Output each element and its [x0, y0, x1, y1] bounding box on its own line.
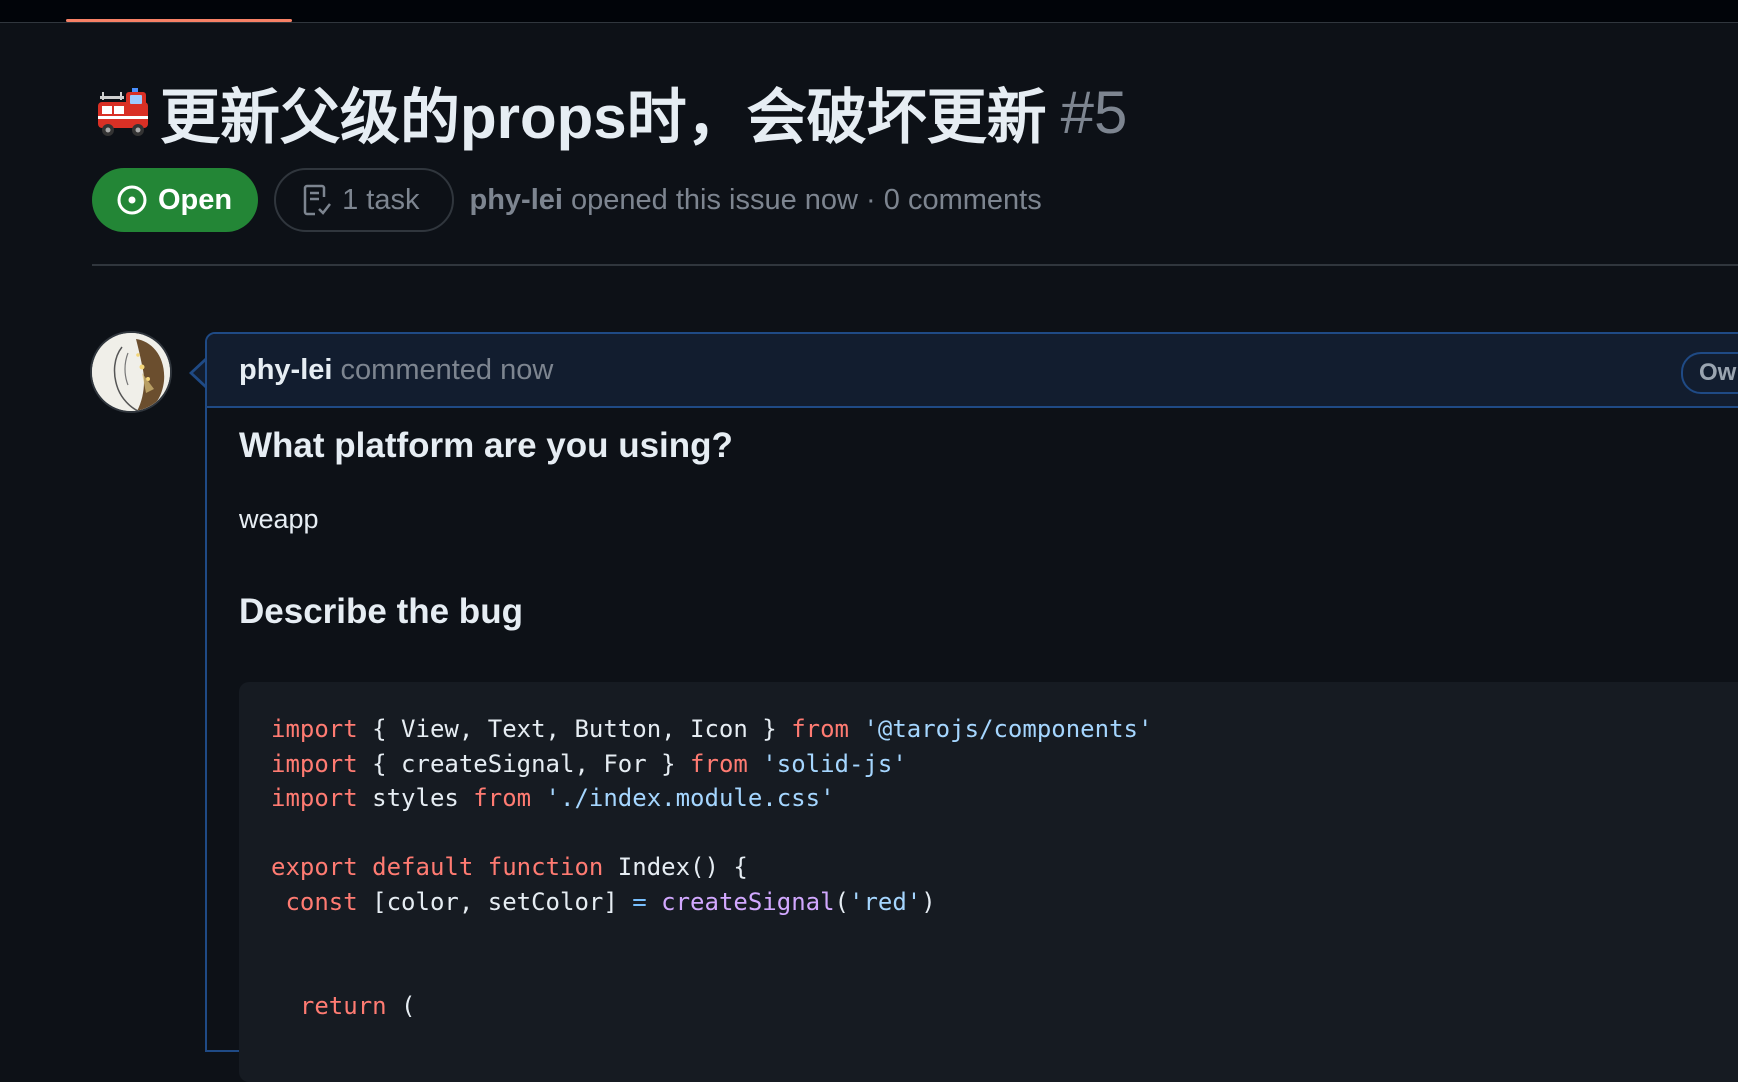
issue-author-link[interactable]: phy-lei — [470, 184, 563, 216]
code-block: import { View, Text, Button, Icon } from… — [239, 682, 1738, 1082]
issue-state-label: Open — [158, 183, 233, 216]
code-line: return ( — [271, 991, 416, 1020]
fire-engine-icon — [92, 80, 156, 144]
top-navigation-bar — [0, 0, 1738, 23]
issue-opened-info: phy-lei opened this issue now · 0 commen… — [470, 184, 1042, 217]
issue-meta-row: Open 1 task phy-lei opened this issue no… — [92, 168, 1042, 232]
code-line: import { createSignal, For } from 'solid… — [271, 749, 907, 778]
code-line: const [color, setColor] = createSignal('… — [271, 887, 936, 916]
task-count-label: 1 task — [342, 183, 420, 216]
platform-heading: What platform are you using? — [239, 426, 733, 465]
avatar[interactable] — [90, 331, 172, 413]
platform-value: weapp — [239, 504, 319, 534]
comment-author-link[interactable]: phy-lei — [239, 354, 332, 386]
issue-title: 更新父级的props时，会破坏更新 #5 — [92, 72, 1127, 152]
active-tab-underline — [66, 19, 292, 22]
code-line: import { View, Text, Button, Icon } from… — [271, 715, 1153, 743]
comment-header-text: phy-lei commented now — [239, 354, 553, 387]
comment-header: phy-lei commented now Owner — [207, 334, 1738, 408]
issue-number: #5 — [1060, 78, 1128, 146]
header-divider — [92, 264, 1738, 266]
checklist-icon — [303, 184, 332, 216]
issue-comment: phy-lei commented now Owner What platfor… — [205, 332, 1738, 1082]
issue-title-text: 更新父级的props时，会破坏更新 — [160, 83, 1047, 151]
comment-timestamp[interactable]: commented now — [341, 354, 554, 386]
owner-badge: Owner — [1681, 352, 1738, 394]
issue-opened-text: opened this issue now · 0 comments — [571, 183, 1042, 216]
code-line: export default function Index() { — [271, 853, 748, 882]
issue-opened-icon — [117, 185, 147, 215]
code-line: import styles from './index.module.css' — [271, 784, 835, 813]
task-list-button[interactable]: 1 task — [274, 168, 454, 232]
issue-state-badge: Open — [92, 168, 259, 232]
bug-heading: Describe the bug — [239, 592, 523, 631]
